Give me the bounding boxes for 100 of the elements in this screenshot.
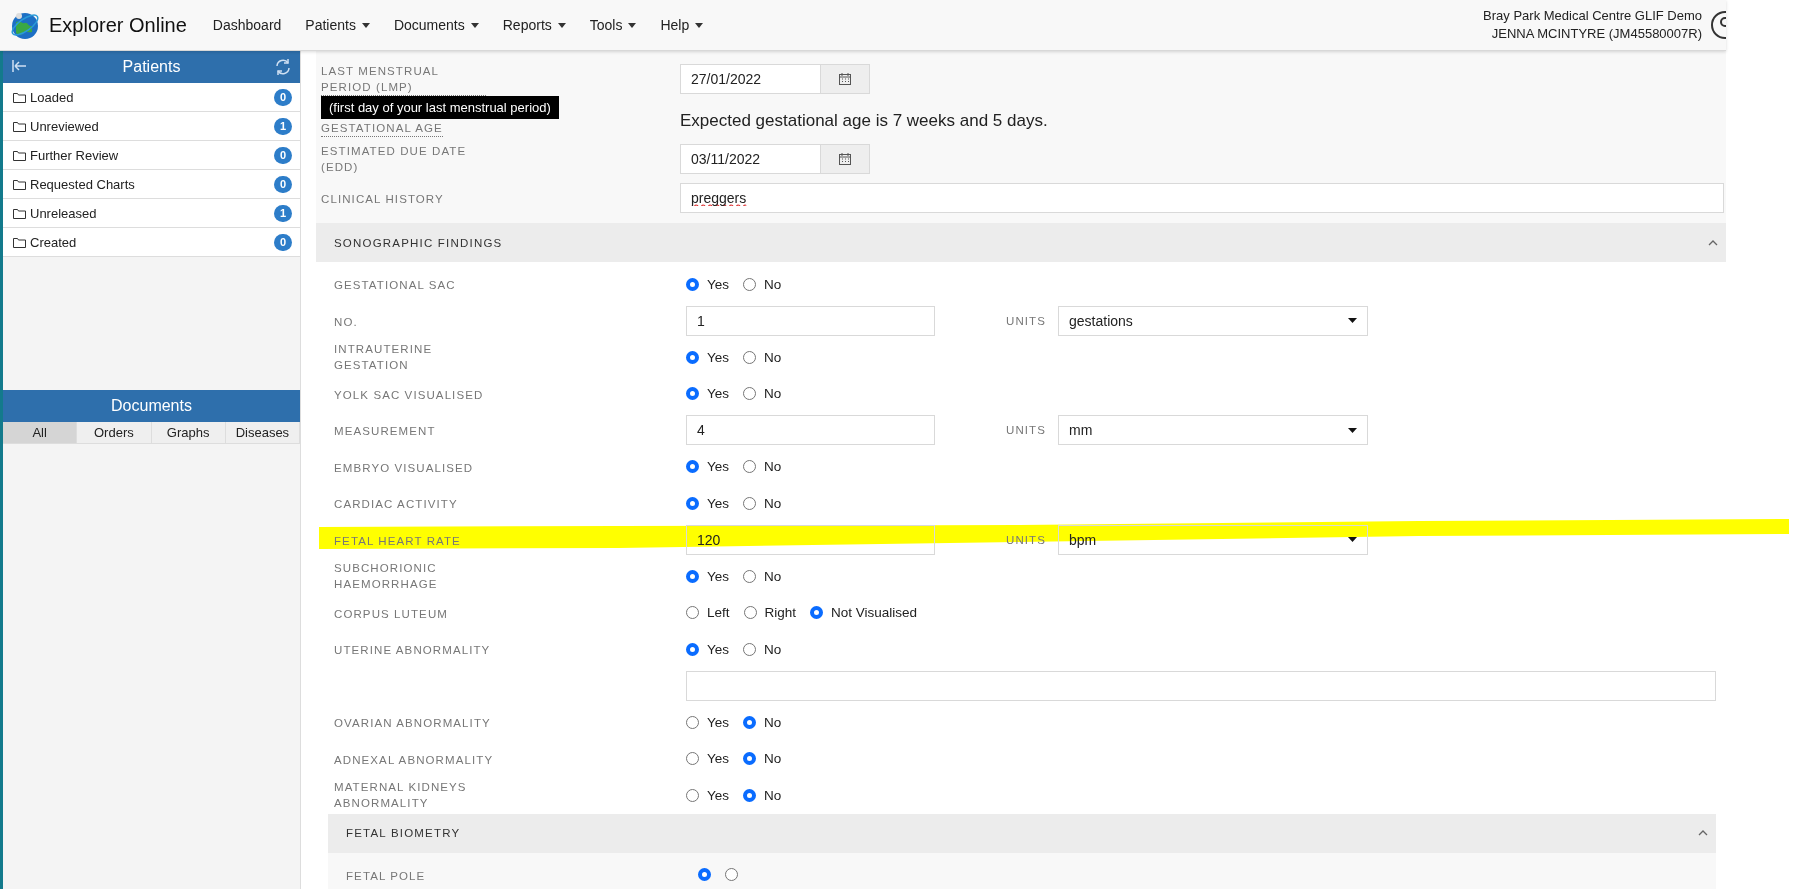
folder-icon — [13, 120, 26, 132]
option-label: Yes — [707, 751, 730, 767]
folder-label: Loaded — [30, 89, 75, 105]
units-select[interactable]: mm — [1058, 415, 1368, 446]
text-field[interactable] — [686, 670, 1716, 701]
calendar-button[interactable] — [821, 64, 870, 94]
option-label: Yes — [707, 568, 730, 584]
radio-button[interactable] — [743, 715, 757, 729]
option-label: Yes — [707, 459, 730, 475]
document-tab[interactable]: Diseases — [225, 422, 300, 443]
field-label: FETAL HEART RATE — [334, 533, 461, 549]
option-label: Left — [707, 605, 730, 621]
date-field[interactable]: 03/11/2022 — [680, 144, 821, 174]
radio-button[interactable] — [743, 496, 757, 510]
nav-menu-item[interactable]: Help — [648, 0, 716, 50]
radio-button[interactable] — [743, 788, 757, 802]
radio-button[interactable] — [686, 387, 699, 401]
date-field[interactable]: 27/01/2022 — [680, 64, 821, 94]
radio-button[interactable] — [743, 460, 757, 474]
number-field[interactable]: 4 — [686, 415, 935, 446]
radio-button[interactable] — [686, 752, 699, 766]
nav-menu-item[interactable]: Reports — [490, 0, 578, 50]
user-name: JENNA MCINTYRE (JM45580007R) — [1491, 25, 1702, 43]
radio-button[interactable] — [743, 642, 757, 656]
folder-item[interactable]: Unreviewed 1 — [3, 112, 300, 141]
section-title: FETAL BIOMETRY — [346, 827, 461, 839]
app-title: Explorer Online — [49, 13, 187, 37]
folder-item[interactable]: Further Review 0 — [3, 141, 300, 170]
radio-button[interactable] — [743, 387, 757, 401]
field-label: OVARIAN ABNORMALITY — [334, 716, 491, 732]
folder-icon — [13, 236, 26, 248]
text-field[interactable]: preggers — [680, 183, 1724, 213]
document-tab[interactable]: All — [3, 422, 78, 443]
option-label: Right — [764, 605, 797, 621]
radio-button[interactable] — [686, 569, 699, 583]
option-label: No — [764, 751, 782, 767]
field-label: ADNEXAL ABNORMALITY — [334, 752, 494, 768]
radio-button[interactable] — [743, 606, 757, 620]
radio-button[interactable] — [743, 569, 757, 583]
folder-item[interactable]: Unreleased 1 — [3, 199, 300, 228]
count-badge: 0 — [274, 88, 292, 106]
collapse-arrow-icon — [11, 59, 27, 73]
section-header[interactable]: FETAL BIOMETRY — [328, 813, 1716, 853]
option-label: Yes — [707, 641, 730, 657]
folder-label: Further Review — [30, 147, 120, 163]
caret-icon — [1348, 318, 1357, 324]
tooltip: (first day of your last menstrual period) — [321, 96, 559, 119]
radio-button[interactable] — [686, 496, 699, 510]
refresh-icon — [274, 58, 292, 76]
count-badge: 0 — [274, 146, 292, 164]
option-label: Yes — [707, 276, 730, 292]
radio-button[interactable] — [743, 277, 757, 291]
section-header[interactable]: SONOGRAPHIC FINDINGS — [316, 223, 1726, 262]
radio-button[interactable] — [686, 715, 699, 729]
option-label: No — [764, 714, 782, 730]
radio-button[interactable] — [686, 788, 699, 802]
radio-button[interactable] — [686, 606, 699, 620]
gestational-age-text: Expected gestational age is 7 weeks and 5 days. — [680, 111, 1049, 131]
field-label: MATERNAL KIDNEYS ABNORMALITY — [334, 780, 468, 812]
radio-button[interactable] — [686, 277, 699, 291]
folder-item[interactable]: Created 0 — [3, 228, 300, 257]
radio-button[interactable] — [686, 460, 699, 474]
calendar-button[interactable] — [821, 144, 870, 174]
field-label: MEASUREMENT — [334, 424, 436, 440]
count-badge: 1 — [274, 204, 292, 222]
nav-menu-item[interactable]: Documents — [381, 0, 491, 50]
option-label: Yes — [707, 386, 730, 402]
document-tab[interactable]: Orders — [77, 422, 152, 443]
units-label: UNITS — [1006, 424, 1047, 437]
option-label: No — [764, 276, 782, 292]
radio-button[interactable] — [743, 350, 757, 364]
folder-label: Created — [30, 234, 78, 250]
calendar-icon — [839, 153, 851, 165]
option-label: No — [764, 459, 782, 475]
document-tab[interactable]: Graphs — [151, 422, 226, 443]
radio-button[interactable] — [725, 868, 738, 882]
number-field[interactable]: 120 — [686, 524, 935, 555]
calendar-icon — [839, 73, 851, 85]
field-label: CARDIAC ACTIVITY — [334, 497, 458, 513]
folder-item[interactable]: Loaded 0 — [3, 83, 300, 112]
radio-button[interactable] — [810, 606, 824, 620]
folder-icon — [13, 178, 26, 190]
radio-button[interactable] — [698, 868, 711, 882]
number-field[interactable]: 1 — [686, 305, 935, 336]
nav-menu-item[interactable]: Tools — [577, 0, 649, 50]
option-label: No — [764, 568, 782, 584]
field-label: CLINICAL HISTORY — [321, 192, 444, 207]
units-select[interactable]: gestations — [1058, 305, 1368, 336]
field-label: ESTIMATED DUE DATE (EDD) — [321, 144, 468, 175]
radio-button[interactable] — [743, 752, 757, 766]
nav-menu-item[interactable]: Patients — [293, 0, 382, 50]
radio-button[interactable] — [686, 350, 699, 364]
option-label: Yes — [707, 349, 730, 365]
field-label: SUBCHORIONIC HAEMORRHAGE — [334, 561, 439, 593]
folder-item[interactable]: Requested Charts 0 — [3, 170, 300, 199]
panel-title: Patients — [122, 58, 181, 76]
nav-menu-item[interactable]: Dashboard — [200, 0, 294, 50]
field-label: FETAL POLE — [346, 868, 426, 884]
radio-button[interactable] — [686, 642, 699, 656]
field-label: GESTATIONAL AGE — [321, 120, 443, 137]
